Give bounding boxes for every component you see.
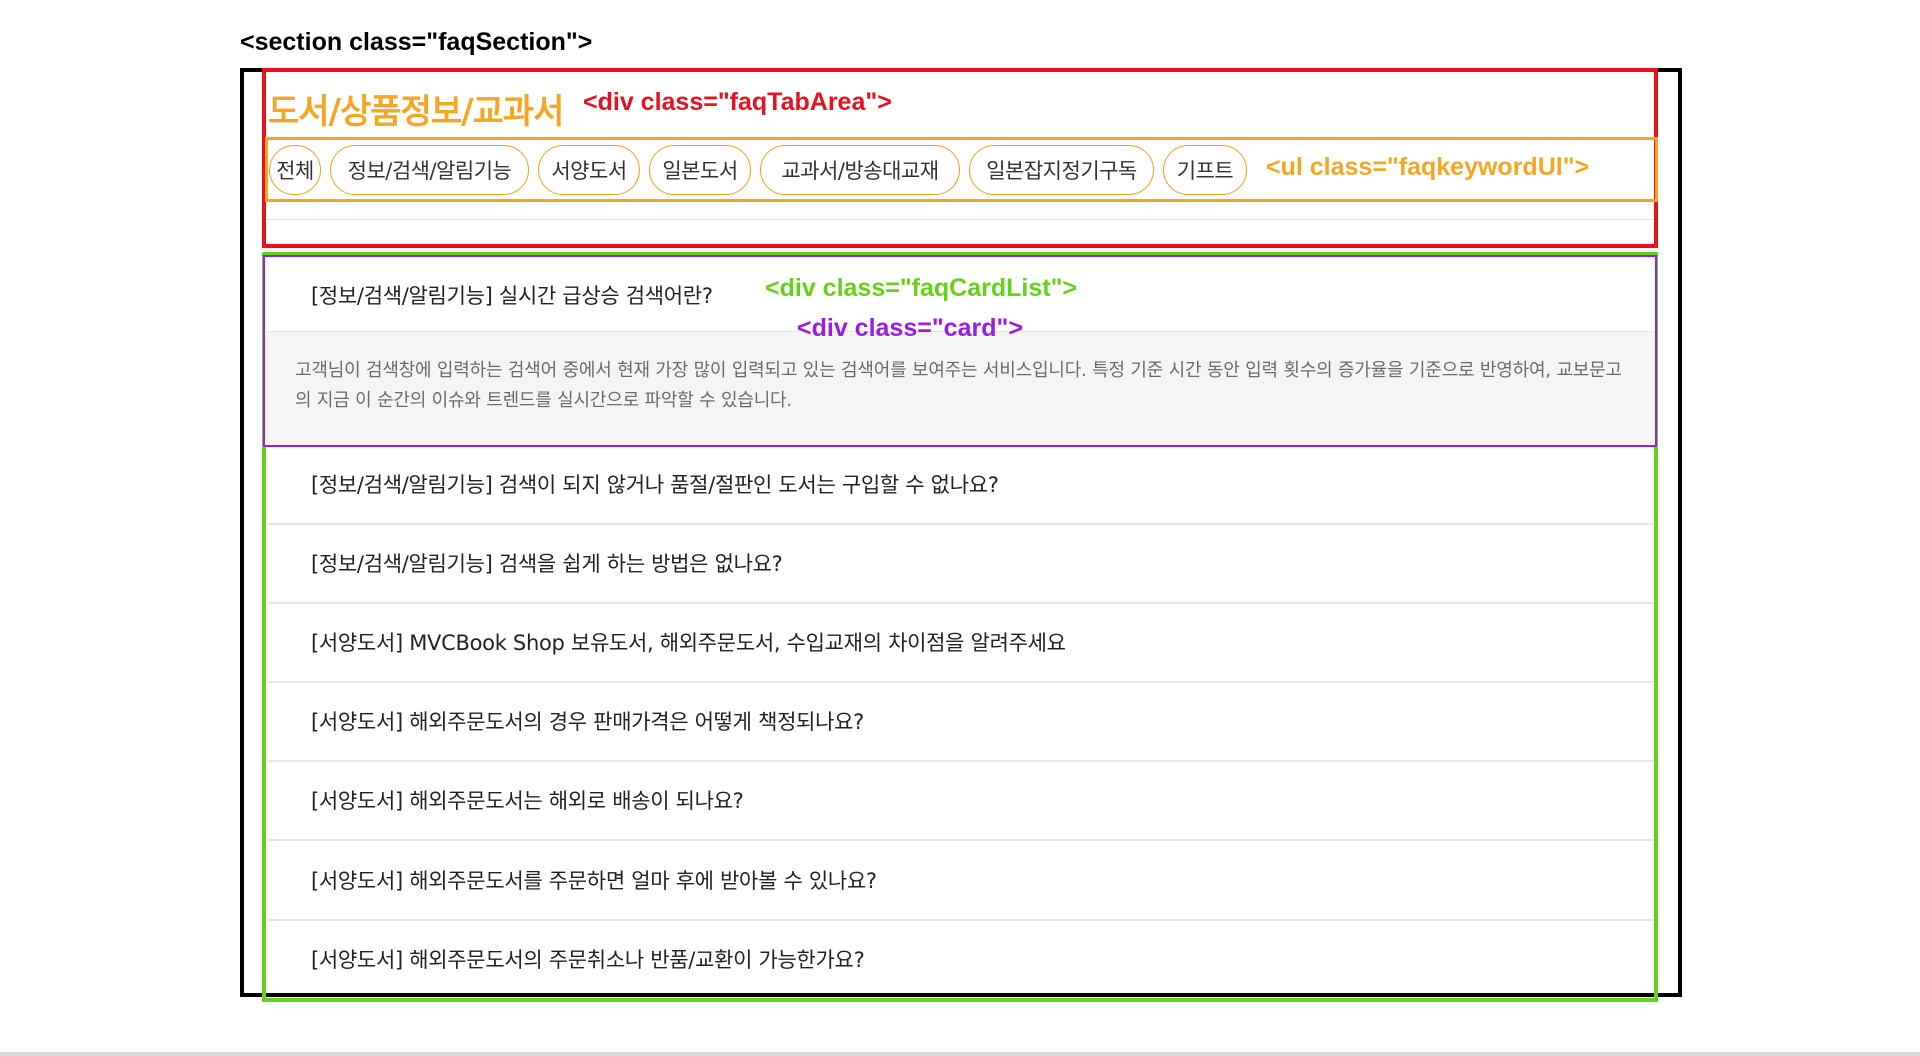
row-divider: [268, 602, 1654, 604]
faq-question-7[interactable]: [서양도서] 해외주문도서를 주문하면 얼마 후에 받아볼 수 있나요?: [311, 865, 877, 895]
tab-area-annotation: <div class="faqTabArea">: [583, 88, 892, 116]
keyword-all[interactable]: 전체: [269, 144, 321, 195]
faq-question-6[interactable]: [서양도서] 해외주문도서는 해외로 배송이 되나요?: [311, 785, 744, 815]
row-divider: [268, 760, 1654, 762]
row-divider: [268, 919, 1654, 921]
card-annotation: <div class="card">: [797, 314, 1023, 342]
keyword-info-search-alert[interactable]: 정보/검색/알림기능: [330, 144, 529, 195]
faq-question-1[interactable]: [정보/검색/알림기능] 실시간 급상승 검색어란?: [311, 280, 713, 310]
keyword-japanese-magazines[interactable]: 일본잡지정기구독: [969, 144, 1154, 195]
card-list-annotation: <div class="faqCardList">: [765, 274, 1078, 302]
faq-question-5[interactable]: [서양도서] 해외주문도서의 경우 판매가격은 어떻게 책정되나요?: [311, 706, 864, 736]
keyword-ul-annotation: <ul class="faqkeywordUl">: [1266, 153, 1590, 181]
keyword-gift[interactable]: 기프트: [1163, 144, 1247, 195]
faq-question-3[interactable]: [정보/검색/알림기능] 검색을 쉽게 하는 방법은 없나요?: [311, 548, 783, 578]
keyword-western-books[interactable]: 서양도서: [538, 144, 640, 195]
faq-question-2[interactable]: [정보/검색/알림기능] 검색이 되지 않거나 품절/절판인 도서는 구입할 수…: [311, 469, 999, 499]
page-bottom-rule: [0, 1052, 1920, 1056]
faq-tab-title: 도서/상품정보/교과서: [268, 92, 564, 132]
keyword-textbooks[interactable]: 교과서/방송대교재: [760, 144, 960, 195]
row-divider: [268, 523, 1654, 525]
section-annotation: <section class="faqSection">: [240, 28, 593, 56]
row-divider: [268, 681, 1654, 683]
faq-answer-1: 고객님이 검색창에 입력하는 검색어 중에서 현재 가장 많이 입력되고 있는 …: [295, 360, 1622, 411]
tab-area-divider: [266, 219, 1654, 220]
keyword-japanese-books[interactable]: 일본도서: [649, 144, 751, 195]
row-divider: [268, 839, 1654, 841]
faq-question-4[interactable]: [서양도서] MVCBook Shop 보유도서, 해외주문도서, 수입교재의 …: [311, 627, 1066, 657]
faq-question-8[interactable]: [서양도서] 해외주문도서의 주문취소나 반품/교환이 가능한가요?: [311, 944, 865, 974]
